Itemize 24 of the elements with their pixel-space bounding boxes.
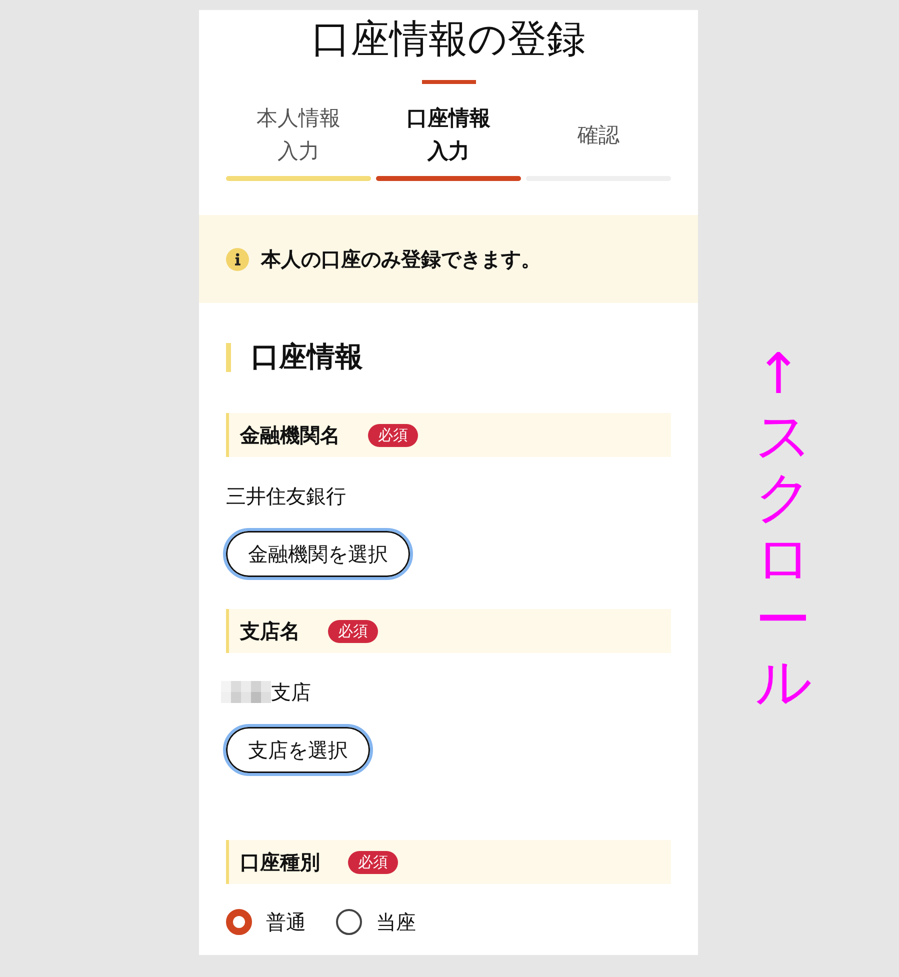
field-label: 口座種別 <box>240 849 320 876</box>
select-button[interactable]: 金融機関を選択 <box>223 528 413 580</box>
required-badge: 必須 <box>348 850 398 874</box>
required-badge: 必須 <box>328 620 378 642</box>
required-badge: 必須 <box>368 424 418 446</box>
radio-label[interactable]: 当座 <box>376 908 416 936</box>
select-button[interactable]: 支店を選択 <box>223 724 373 776</box>
section-heading: 口座情報 <box>251 339 363 375</box>
step-label: 確認 <box>578 122 620 148</box>
page-title: 口座情報の登録 <box>310 16 586 64</box>
notice-text: 本人の口座のみ登録できます。 <box>261 246 541 273</box>
heading-accent-bar <box>226 342 231 372</box>
info-icon <box>226 248 249 270</box>
field-value: 支店 <box>271 679 311 706</box>
radio-button[interactable] <box>336 909 362 935</box>
radio-label[interactable]: 普通 <box>266 908 306 936</box>
field-value: 三井住友銀行 <box>226 483 346 510</box>
step-label: 本人情報入力 <box>256 105 342 165</box>
field-label: 支店名 <box>240 618 300 645</box>
radio-button[interactable] <box>226 909 252 935</box>
field-label: 金融機関名 <box>240 422 340 449</box>
title-underline <box>422 80 476 84</box>
step-label: 口座情報入力 <box>406 105 492 165</box>
scroll-annotation: ↑スクロール <box>755 344 811 714</box>
